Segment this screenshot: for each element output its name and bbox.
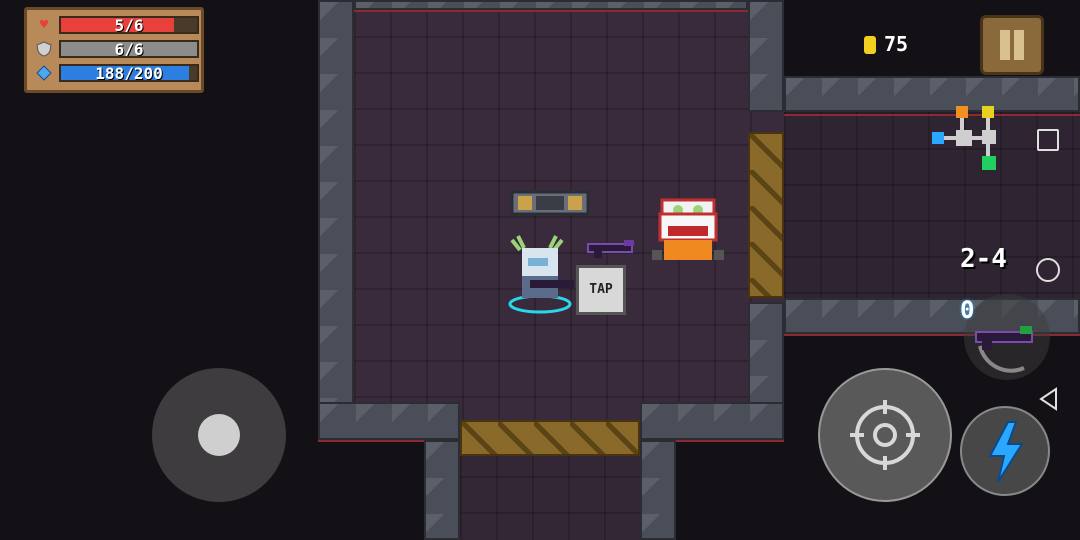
minimap-shop-room: [956, 106, 968, 118]
skill-button[interactable]: [960, 406, 1050, 496]
tap-prompt[interactable]: TAP: [576, 265, 626, 315]
north-wall-trim: [354, 10, 748, 12]
armor-row: 6/6: [35, 39, 199, 59]
corridor-east-wall: [640, 440, 676, 540]
south-wall-left: [318, 402, 460, 440]
health-bar: 5/6: [59, 16, 199, 34]
east-gate-crates: [748, 132, 784, 298]
weapon-switch-button[interactable]: [964, 294, 1050, 380]
attack-button[interactable]: [818, 368, 952, 502]
minimap-exit-room: [982, 156, 996, 170]
north-wall: [354, 0, 748, 10]
lightning-icon: [988, 421, 1024, 483]
minimap-path: [944, 136, 956, 140]
minimap-path: [960, 118, 964, 130]
minimap: [928, 100, 1004, 176]
south-wall-right: [640, 402, 784, 440]
back-button[interactable]: [1036, 386, 1062, 412]
home-button[interactable]: [1036, 258, 1060, 282]
shield-icon: [35, 41, 53, 57]
coin-count: 75: [884, 32, 909, 56]
joystick-knob[interactable]: [198, 414, 240, 456]
weapon-table[interactable]: [510, 190, 590, 218]
heart-icon: ♥: [39, 17, 49, 33]
west-wall: [318, 0, 354, 440]
crosshair-icon: [850, 400, 920, 470]
stats-panel: ♥ 5/6 6/6 188/200: [24, 7, 204, 93]
player-knight: [500, 232, 580, 314]
east-wall-upper: [748, 0, 784, 112]
diamond-icon: [35, 65, 53, 81]
coin-icon: [864, 36, 876, 54]
armor-text: 6/6: [114, 40, 144, 58]
minimap-path: [986, 118, 990, 130]
south-gate-crates: [460, 420, 640, 456]
gun-icon: [975, 326, 1033, 373]
pause-button[interactable]: [980, 15, 1044, 75]
recent-apps-button[interactable]: [1037, 129, 1059, 151]
health-row: ♥ 5/6: [35, 15, 199, 35]
health-text: 5/6: [114, 16, 144, 34]
energy-bar: 188/200: [59, 64, 199, 82]
armor-bar: 6/6: [59, 40, 199, 58]
energy-row: 188/200: [35, 63, 199, 83]
minimap-event-room: [982, 106, 994, 118]
pause-icon: [1000, 30, 1010, 60]
minimap-path: [968, 136, 982, 140]
back-triangle-icon: [1039, 387, 1057, 411]
weapon-energy-cost: 0: [960, 296, 975, 324]
corridor-west-wall: [424, 440, 460, 540]
pause-icon-bar: [1014, 30, 1024, 60]
floor-gun-icon[interactable]: [584, 236, 640, 260]
minimap-room: [982, 130, 996, 144]
level-indicator: 2-4: [960, 244, 1007, 274]
energy-text: 188/200: [95, 64, 163, 82]
minimap-portal-room: [932, 132, 944, 144]
minimap-path: [986, 144, 990, 156]
lion-dancer-npc[interactable]: [650, 196, 732, 268]
